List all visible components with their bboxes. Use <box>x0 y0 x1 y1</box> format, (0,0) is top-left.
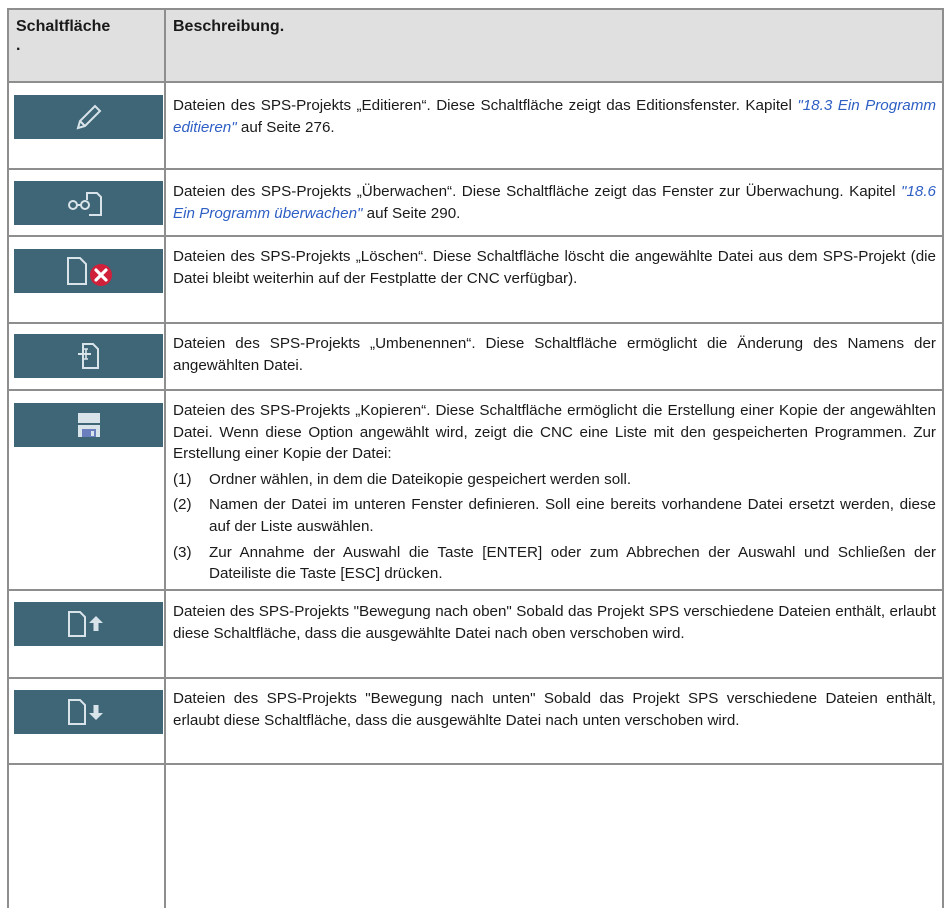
rename-button[interactable] <box>14 334 163 378</box>
edit-button[interactable] <box>14 95 163 139</box>
row-description: Dateien des SPS-Projekts „Löschen“. Dies… <box>173 248 936 287</box>
header-description-column: Beschreibung. <box>173 18 285 35</box>
table-row: Dateien des SPS-Projekts „Kopieren“. Die… <box>7 391 944 589</box>
list-item: (1) Ordner wählen, in dem die Dateikopie … <box>173 470 632 488</box>
move-down-button[interactable] <box>14 690 163 734</box>
row-description: Dateien des SPS-Projekts „Überwachen“. D… <box>173 183 936 222</box>
table-row: Dateien des SPS-Projekts „Löschen“. Dies… <box>7 237 944 322</box>
save-disk-icon <box>77 413 100 437</box>
monitor-button[interactable] <box>14 181 163 225</box>
move-up-button[interactable] <box>14 602 163 646</box>
table-row: Dateien des SPS-Projekts "Bewegung nach … <box>7 679 944 765</box>
table-row: Dateien des SPS-Projekts „Überwachen“. D… <box>7 170 944 235</box>
pencil-icon <box>76 104 101 130</box>
row-description: Dateien des SPS-Projekts "Bewegung nach … <box>173 690 936 729</box>
table-row: Dateien des SPS-Projekts „Editieren“. Di… <box>7 83 944 168</box>
copy-button[interactable] <box>14 403 163 447</box>
delete-file-icon <box>66 257 112 286</box>
move-up-icon <box>67 611 103 637</box>
row-description: Dateien des SPS-Projekts "Bewegung nach … <box>173 603 936 642</box>
row-description: Dateien des SPS-Projekts „Editieren“. Di… <box>173 97 936 136</box>
list-item: (3) Zur Annahme der Auswahl die Taste [EN… <box>173 543 936 583</box>
row-description: Dateien des SPS-Projekts „Umbenennen“. D… <box>173 335 936 374</box>
header-button-column: Schaltfläche . <box>16 18 111 54</box>
delete-button[interactable] <box>14 249 163 293</box>
rename-file-icon <box>77 343 99 369</box>
table-row: Dateien des SPS-Projekts „Umbenennen“. D… <box>7 324 944 389</box>
monitor-icon <box>67 192 102 216</box>
move-down-icon <box>67 699 103 725</box>
list-item: (2) Namen der Datei im unteren Fenster de… <box>173 496 936 535</box>
row-description: Dateien des SPS-Projekts „Kopieren“. Die… <box>173 400 936 585</box>
table-header: Schaltfläche . Beschreibung. <box>7 8 944 82</box>
table-row: Dateien des SPS-Projekts "Bewegung nach … <box>7 591 944 677</box>
